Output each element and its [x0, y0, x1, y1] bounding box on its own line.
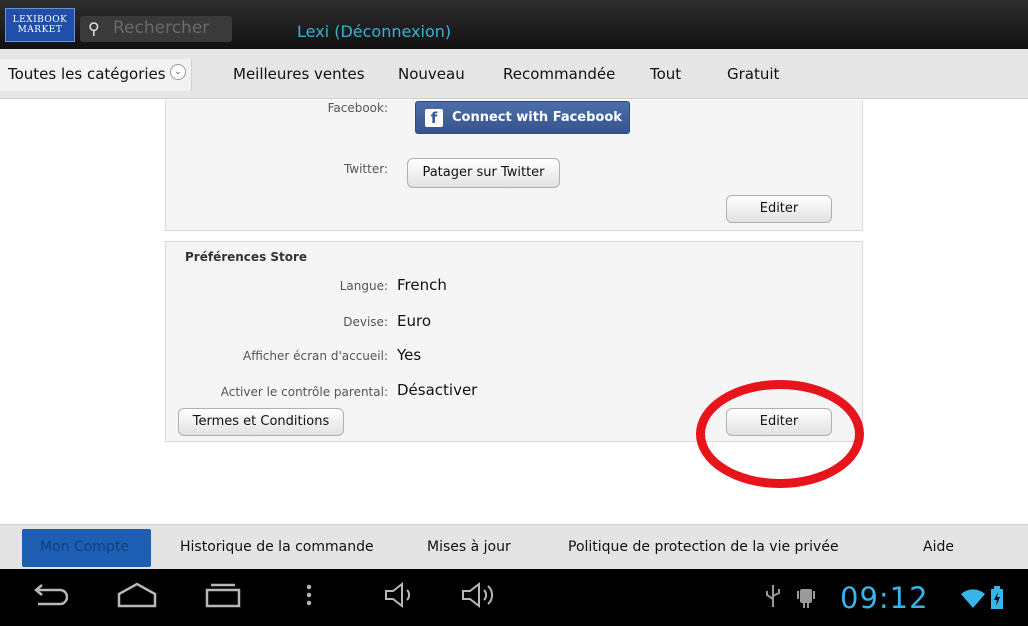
bottom-nav: Mon Compte Historique de la commande Mis…	[0, 524, 1028, 569]
connect-facebook-button[interactable]: f Connect with Facebook	[415, 101, 630, 134]
currency-value: Euro	[397, 312, 431, 330]
parental-control-label: Activer le contrôle parental:	[220, 385, 388, 399]
tab-recommandee[interactable]: Recommandée	[503, 65, 615, 83]
tab-mon-compte[interactable]: Mon Compte	[22, 529, 151, 567]
tab-politique-vie-privee[interactable]: Politique de protection de la vie privée	[568, 539, 839, 555]
edit-social-button[interactable]: Editer	[726, 195, 832, 223]
share-twitter-button[interactable]: Patager sur Twitter	[407, 158, 560, 188]
search-input[interactable]: Rechercher	[113, 18, 209, 38]
tab-mises-a-jour[interactable]: Mises à jour	[427, 539, 511, 555]
tab-nouveau[interactable]: Nouveau	[398, 65, 465, 83]
category-dropdown-label: Toutes les catégories	[8, 65, 166, 83]
twitter-label: Twitter:	[343, 162, 388, 176]
home-icon[interactable]	[116, 581, 158, 615]
logo-line-1: LEXIBOOK	[12, 15, 68, 25]
usb-icon	[764, 583, 782, 615]
android-system-bar: 09:12	[0, 569, 1028, 626]
connect-facebook-label: Connect with Facebook	[452, 110, 622, 125]
language-value: French	[397, 276, 447, 294]
currency-label: Devise:	[343, 315, 388, 329]
category-bar: Toutes les catégories ⌄ Meilleures vente…	[0, 49, 1028, 99]
language-label: Langue:	[339, 279, 388, 293]
red-circle-annotation	[696, 380, 864, 488]
account-content: Facebook: f Connect with Facebook Twitte…	[0, 100, 1028, 490]
status-clock: 09:12	[840, 581, 929, 615]
facebook-icon: f	[425, 109, 443, 127]
wifi-icon	[960, 587, 986, 615]
social-panel: Facebook: f Connect with Facebook Twitte…	[165, 100, 863, 231]
tab-historique-commande[interactable]: Historique de la commande	[180, 539, 374, 555]
tab-meilleures-ventes[interactable]: Meilleures ventes	[233, 65, 365, 83]
tab-mon-compte-label: Mon Compte	[40, 539, 129, 555]
terms-conditions-button[interactable]: Termes et Conditions	[178, 408, 344, 436]
home-screen-value: Yes	[397, 346, 422, 364]
home-screen-label: Afficher écran d'accueil:	[243, 349, 388, 363]
tab-aide[interactable]: Aide	[923, 539, 954, 555]
facebook-label: Facebook:	[327, 101, 388, 115]
android-debug-icon	[796, 583, 816, 615]
volume-up-icon[interactable]	[460, 581, 500, 615]
preferences-title: Préférences Store	[185, 250, 308, 264]
battery-icon	[990, 586, 1004, 616]
search-icon: ⚲	[88, 19, 100, 38]
recent-apps-icon[interactable]	[203, 581, 243, 615]
back-icon[interactable]	[30, 581, 69, 615]
chevron-down-icon: ⌄	[170, 64, 186, 80]
search-box[interactable]: ⚲ Rechercher	[80, 16, 232, 42]
logo-line-2: MARKET	[17, 25, 63, 35]
menu-icon[interactable]	[304, 582, 314, 614]
parental-control-value: Désactiver	[397, 381, 478, 399]
volume-down-icon[interactable]	[383, 581, 417, 615]
top-bar: LEXIBOOK MARKET ⚲ Rechercher Lexi (Décon…	[0, 0, 1028, 49]
user-logout-link[interactable]: Lexi (Déconnexion)	[297, 22, 451, 41]
tab-tout[interactable]: Tout	[650, 65, 681, 83]
category-dropdown[interactable]: Toutes les catégories ⌄	[0, 59, 192, 91]
lexibook-market-logo[interactable]: LEXIBOOK MARKET	[5, 8, 75, 42]
tab-gratuit[interactable]: Gratuit	[727, 65, 779, 83]
